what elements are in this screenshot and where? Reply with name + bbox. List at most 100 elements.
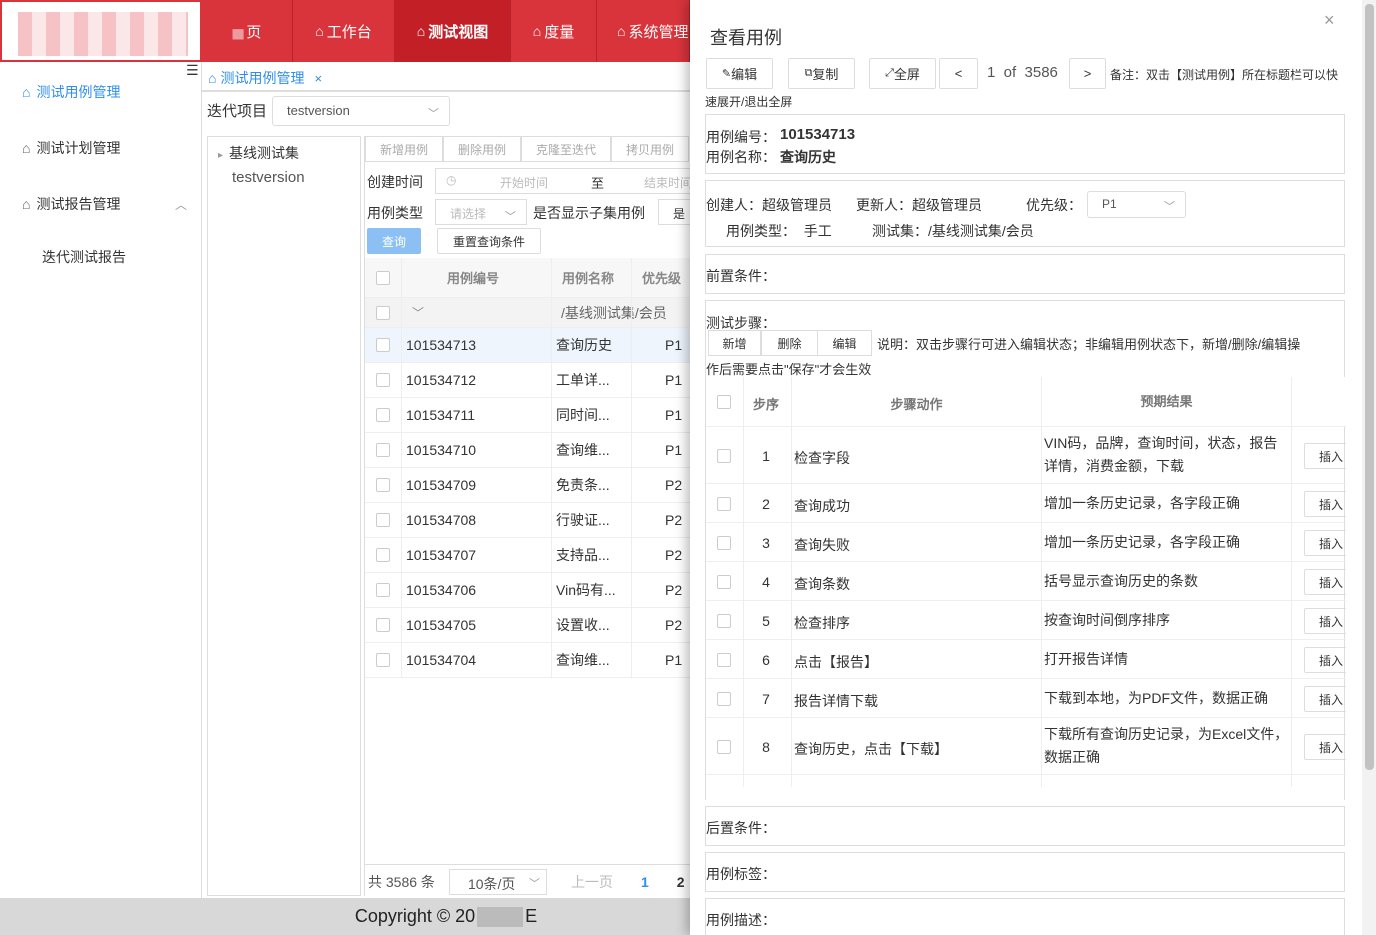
date-range-picker[interactable]: ◷ 开始时间 至 结束时间	[435, 168, 690, 194]
row-checkbox[interactable]	[376, 583, 390, 597]
sidebar-item-test-reports[interactable]: ⌂ 测试报告管理 ︿	[22, 194, 187, 214]
insert-step-button[interactable]: 插入	[1304, 569, 1346, 595]
row-checkbox[interactable]	[376, 373, 390, 387]
copy-case-button[interactable]: 拷贝用例	[611, 136, 690, 162]
step-row[interactable]: 5 检查排序 按查询时间倒序排序 插入	[706, 601, 1346, 640]
view-case-drawer: 查看用例 × ✎ 编辑 ⧉ 复制 ⤢ 全屏 < 1 of 3586 > 备注：双击【测…	[690, 0, 1362, 935]
add-case-button[interactable]: 新增用例	[365, 136, 444, 162]
table-row[interactable]: 101534712 工单详... P1	[365, 363, 690, 398]
step-expected: 按查询时间倒序排序	[1044, 612, 1170, 628]
case-name: 支持品...	[556, 547, 610, 563]
table-row[interactable]: 101534707 支持品... P2	[365, 538, 690, 573]
case-type-select[interactable]: 请选择 ﹀	[435, 199, 527, 225]
next-case-button[interactable]: >	[1069, 58, 1106, 89]
step-checkbox[interactable]	[717, 653, 731, 667]
edit-button[interactable]: ✎ 编辑	[706, 58, 773, 89]
insert-step-button[interactable]: 插入	[1304, 608, 1346, 634]
nav-tab-test-view[interactable]: ⌂ 测试视图	[395, 0, 511, 62]
case-name: 查询历史	[780, 149, 836, 165]
delete-case-button[interactable]: 删除用例	[443, 136, 522, 162]
close-icon[interactable]: ×	[1324, 10, 1335, 31]
tree-node-testversion[interactable]: testversion	[232, 169, 305, 186]
page-tab-test-cases[interactable]: ⌂ 测试用例管理 ×	[208, 68, 322, 88]
reset-query-button[interactable]: 重置查询条件	[437, 228, 541, 254]
page-size-select[interactable]: 10条/页 ﹀	[448, 868, 547, 895]
group-row[interactable]: ﹀ /基线测试集/会员	[365, 298, 690, 328]
query-button[interactable]: 查询	[367, 228, 421, 254]
nav-tab-system[interactable]: ⌂ 系统管理	[597, 0, 690, 62]
nav-tab-workbench[interactable]: ⌂ 工作台	[293, 0, 395, 62]
step-checkbox[interactable]	[717, 692, 731, 706]
step-checkbox[interactable]	[717, 740, 731, 754]
sidebar-item-test-plans[interactable]: ⌂ 测试计划管理	[22, 138, 187, 158]
page-2-button[interactable]: 2	[677, 874, 685, 890]
prev-case-button[interactable]: <	[939, 58, 978, 89]
table-row[interactable]: 101534711 同时间... P1	[365, 398, 690, 433]
step-row[interactable]: 3 查询失败 增加一条历史记录，各字段正确 插入	[706, 523, 1346, 562]
case-id: 101534709	[406, 477, 477, 493]
step-row[interactable]: 8 查询历史，点击【下载】 下载所有查询历史记录，为Excel文件，数据正确 插入	[706, 718, 1346, 775]
table-row[interactable]: 101534713 查询历史 P1	[365, 328, 690, 363]
close-icon[interactable]: ×	[314, 71, 322, 86]
nav-tab-metrics[interactable]: ⌂ 度量	[511, 0, 597, 62]
select-all-steps-checkbox[interactable]	[717, 395, 731, 409]
row-checkbox[interactable]	[376, 653, 390, 667]
step-checkbox[interactable]	[717, 449, 731, 463]
step-row[interactable]: 2 查询成功 增加一条历史记录，各字段正确 插入	[706, 484, 1346, 523]
group-checkbox[interactable]	[376, 305, 390, 320]
prev-page-button[interactable]: 上一页	[571, 872, 613, 892]
scroll-thumb[interactable]	[1365, 4, 1374, 770]
clone-to-iteration-button[interactable]: 克隆至迭代	[521, 136, 612, 162]
insert-step-button[interactable]: 插入	[1304, 491, 1346, 517]
menu-collapse-icon[interactable]: ☰	[186, 62, 199, 79]
table-row[interactable]: 101534710 查询维... P1	[365, 433, 690, 468]
copy-button[interactable]: ⧉ 复制	[788, 58, 855, 89]
step-checkbox[interactable]	[717, 575, 731, 589]
row-checkbox[interactable]	[376, 513, 390, 527]
chevron-down-icon[interactable]: ﹀	[412, 304, 424, 321]
select-all-checkbox[interactable]	[376, 270, 390, 285]
step-checkbox[interactable]	[717, 614, 731, 628]
edit-step-button[interactable]: 编辑	[817, 330, 872, 356]
case-name: Vin码有...	[556, 582, 616, 598]
nav-tab-home[interactable]: ▅ 页	[202, 0, 293, 62]
step-row[interactable]: 4 查询条数 括号显示查询历史的条数 插入	[706, 562, 1346, 601]
row-checkbox[interactable]	[376, 618, 390, 632]
delete-step-button[interactable]: 删除	[761, 330, 818, 356]
insert-step-button[interactable]: 插入	[1304, 530, 1346, 556]
tree-node-baseline[interactable]: ▸ 基线测试集	[218, 143, 299, 163]
table-row[interactable]: 101534706 Vin码有... P2	[365, 573, 690, 608]
insert-step-button[interactable]: 插入	[1304, 734, 1346, 760]
insert-step-button[interactable]: 插入	[1304, 686, 1346, 712]
step-row[interactable]: 1 检查字段 VIN码，品牌，查询时间，状态，报告详情，消费金额，下载 插入	[706, 427, 1346, 484]
table-row[interactable]: 101534705 设置收... P2	[365, 608, 690, 643]
insert-step-button[interactable]: 插入	[1304, 443, 1346, 469]
iteration-select[interactable]: testversion ﹀	[272, 96, 450, 126]
sidebar-subitem-iteration-report[interactable]: 迭代测试报告	[42, 247, 126, 267]
step-row[interactable]: 7 报告详情下载 下载到本地，为PDF文件，数据正确 插入	[706, 679, 1346, 718]
note-line-2: 速展开/退出全屏	[705, 95, 793, 109]
row-checkbox[interactable]	[376, 443, 390, 457]
priority-select[interactable]: P1 ﹀	[1087, 191, 1186, 218]
insert-step-button[interactable]: 插入	[1304, 647, 1346, 673]
drawer-title[interactable]: 查看用例	[710, 24, 782, 50]
row-checkbox[interactable]	[376, 408, 390, 422]
step-row[interactable]: 6 点击【报告】 打开报告详情 插入	[706, 640, 1346, 679]
sidebar-item-test-cases[interactable]: ⌂ 测试用例管理	[22, 82, 187, 102]
table-row[interactable]: 101534704 查询维... P1	[365, 643, 690, 678]
table-row[interactable]: 101534709 免责条... P2	[365, 468, 690, 503]
row-checkbox[interactable]	[376, 338, 390, 352]
add-step-button[interactable]: 新增	[708, 330, 761, 356]
step-checkbox[interactable]	[717, 497, 731, 511]
row-checkbox[interactable]	[376, 478, 390, 492]
caret-right-icon[interactable]: ▸	[218, 150, 223, 161]
fullscreen-button[interactable]: ⤢ 全屏	[869, 58, 936, 89]
show-subset-select[interactable]: 是	[658, 199, 690, 225]
case-suite: 测试集：/基线测试集/会员	[872, 223, 1034, 239]
home-icon: ⌂	[22, 196, 31, 212]
drawer-vertical-scrollbar[interactable]	[1362, 0, 1376, 935]
table-row[interactable]: 101534708 行驶证... P2	[365, 503, 690, 538]
row-checkbox[interactable]	[376, 548, 390, 562]
page-1-button[interactable]: 1	[641, 874, 649, 890]
step-checkbox[interactable]	[717, 536, 731, 550]
